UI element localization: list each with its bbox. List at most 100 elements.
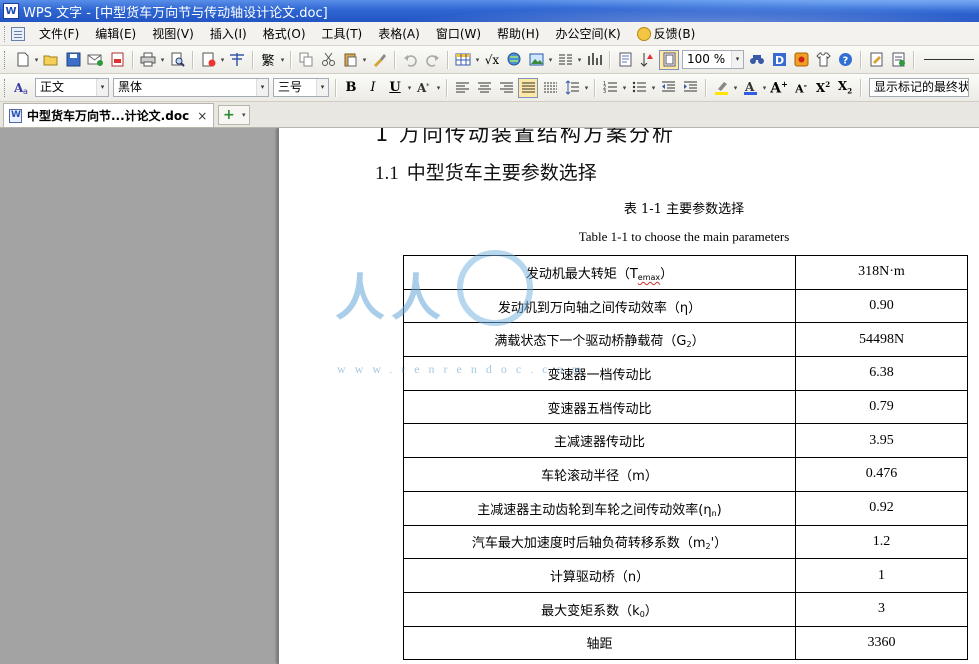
decrease-indent-button[interactable] xyxy=(658,78,678,98)
font-color-button[interactable]: A xyxy=(740,78,760,98)
text-effects-button[interactable]: A * xyxy=(414,78,434,98)
font-combo[interactable]: 黑体 ▾ xyxy=(113,78,269,97)
text-effects-dropdown[interactable]: ▾ xyxy=(435,84,442,92)
new-tab-button[interactable]: + ▾ xyxy=(218,105,251,125)
close-tab-icon[interactable]: × xyxy=(197,109,207,123)
numbering-button[interactable]: 123 xyxy=(600,78,620,98)
undo-button[interactable] xyxy=(400,50,420,70)
parameter-name-cell[interactable]: 汽车最大加速度时后轴负荷转移系数（m2'） xyxy=(403,524,796,560)
style-combo[interactable]: 正文 ▾ xyxy=(35,78,109,97)
subscript-button[interactable]: X2 xyxy=(835,78,855,98)
insert-formula-button[interactable]: √x xyxy=(482,50,502,70)
bold-button[interactable]: B xyxy=(341,78,361,98)
print-dropdown[interactable]: ▾ xyxy=(159,56,166,64)
new-document-button[interactable] xyxy=(12,50,32,70)
superscript-button[interactable]: X2 xyxy=(813,78,833,98)
line-style-preview[interactable] xyxy=(924,59,974,60)
align-left-button[interactable] xyxy=(452,78,472,98)
increase-indent-button[interactable] xyxy=(680,78,700,98)
bullets-dropdown[interactable]: ▾ xyxy=(650,84,657,92)
highlight-button[interactable] xyxy=(711,78,731,98)
align-center-button[interactable] xyxy=(474,78,494,98)
insert-dropdown[interactable]: ▾ xyxy=(219,56,226,64)
insert-chart-button[interactable] xyxy=(584,50,604,70)
sort-button[interactable] xyxy=(637,50,657,70)
bullets-button[interactable] xyxy=(629,78,649,98)
page-layout-button[interactable] xyxy=(227,50,247,70)
dictionary-button[interactable]: D xyxy=(769,50,789,70)
justify-button[interactable] xyxy=(518,77,538,98)
menu-table[interactable]: 表格(A) xyxy=(370,24,428,44)
parameter-value-cell[interactable]: 54498N xyxy=(795,322,968,358)
menu-insert[interactable]: 插入(I) xyxy=(202,24,255,44)
toolbar-grip[interactable] xyxy=(4,50,7,69)
parameter-value-cell[interactable]: 6.38 xyxy=(795,356,968,391)
parameter-name-cell[interactable]: 主减速器传动比 xyxy=(403,423,796,459)
line-spacing-button[interactable] xyxy=(562,78,582,98)
parameter-value-cell[interactable]: 1 xyxy=(795,558,968,593)
menu-view[interactable]: 视图(V) xyxy=(144,24,202,44)
parameter-value-cell[interactable]: 3360 xyxy=(795,625,968,661)
menu-grip[interactable] xyxy=(4,25,7,42)
markup-display-combo[interactable]: 显示标记的最终状态 xyxy=(869,78,969,97)
parameter-name-cell[interactable]: 计算驱动桥（n） xyxy=(403,558,796,593)
distributed-button[interactable] xyxy=(540,78,560,98)
numbering-dropdown[interactable]: ▾ xyxy=(621,84,628,92)
insert-button[interactable] xyxy=(198,50,218,70)
menu-office-space[interactable]: 办公空间(K) xyxy=(547,24,628,44)
highlight-dropdown[interactable]: ▾ xyxy=(732,84,739,92)
parameter-value-cell[interactable]: 0.79 xyxy=(795,389,968,425)
menu-format[interactable]: 格式(O) xyxy=(255,24,314,44)
menu-feedback[interactable]: 反馈(B) xyxy=(629,24,704,44)
new-tab-dropdown-icon[interactable]: ▾ xyxy=(242,111,246,119)
zoom-dropdown-arrow[interactable]: ▾ xyxy=(731,51,743,68)
italic-button[interactable]: I xyxy=(363,78,383,98)
menu-window[interactable]: 窗口(W) xyxy=(428,24,489,44)
align-right-button[interactable] xyxy=(496,78,516,98)
menu-help[interactable]: 帮助(H) xyxy=(489,24,547,44)
grow-font-button[interactable]: A+ xyxy=(769,78,789,98)
menu-edit[interactable]: 编辑(E) xyxy=(87,24,144,44)
redo-button[interactable] xyxy=(422,50,442,70)
review-button[interactable] xyxy=(888,50,908,70)
print-button[interactable] xyxy=(138,50,158,70)
columns-dropdown[interactable]: ▾ xyxy=(576,56,583,64)
find-button[interactable] xyxy=(747,50,767,70)
show-marks-button[interactable] xyxy=(659,49,679,70)
export-pdf-button[interactable] xyxy=(107,50,127,70)
underline-button[interactable]: U xyxy=(385,78,405,98)
skin-button[interactable] xyxy=(813,50,833,70)
line-spacing-dropdown[interactable]: ▾ xyxy=(583,84,590,92)
parameter-value-cell[interactable]: 0.92 xyxy=(795,490,968,526)
parameter-name-cell[interactable]: 最大变矩系数（k0） xyxy=(403,591,796,627)
gift-button[interactable] xyxy=(791,50,811,70)
table-dropdown[interactable]: ▾ xyxy=(474,56,481,64)
styles-button[interactable]: Aa xyxy=(12,78,32,98)
parameter-name-cell[interactable]: 发动机最大转矩（Temax） xyxy=(403,255,796,290)
parameter-value-cell[interactable]: 1.2 xyxy=(795,524,968,560)
help-button[interactable]: ? xyxy=(835,50,855,70)
parameter-value-cell[interactable]: 3.95 xyxy=(795,423,968,459)
menu-file[interactable]: 文件(F) xyxy=(31,24,87,44)
paste-button[interactable] xyxy=(340,50,360,70)
font-color-dropdown[interactable]: ▾ xyxy=(761,84,768,92)
send-mail-button[interactable] xyxy=(85,50,105,70)
font-size-combo[interactable]: 三号 ▾ xyxy=(273,78,329,97)
cut-button[interactable] xyxy=(318,50,338,70)
font-size-dropdown-arrow[interactable]: ▾ xyxy=(316,79,328,96)
parameter-name-cell[interactable]: 轴距 xyxy=(403,625,796,661)
open-button[interactable] xyxy=(41,50,61,70)
parameter-name-cell[interactable]: 发动机到万向轴之间传动效率（η） xyxy=(403,288,796,324)
parameter-name-cell[interactable]: 满载状态下一个驱动桥静载荷（G2） xyxy=(403,322,796,358)
track-changes-button[interactable] xyxy=(866,50,886,70)
menu-tools[interactable]: 工具(T) xyxy=(314,24,371,44)
style-dropdown-arrow[interactable]: ▾ xyxy=(96,79,108,96)
parameter-name-cell[interactable]: 车轮滚动半径（m） xyxy=(403,457,796,492)
insert-image-button[interactable] xyxy=(526,50,546,70)
image-dropdown[interactable]: ▾ xyxy=(547,56,554,64)
paste-dropdown[interactable]: ▾ xyxy=(361,56,368,64)
print-preview-button[interactable] xyxy=(167,50,187,70)
parameter-name-cell[interactable]: 变速器一档传动比 xyxy=(403,356,796,391)
insert-table-button[interactable] xyxy=(453,50,473,70)
font-dropdown-arrow[interactable]: ▾ xyxy=(256,79,268,96)
